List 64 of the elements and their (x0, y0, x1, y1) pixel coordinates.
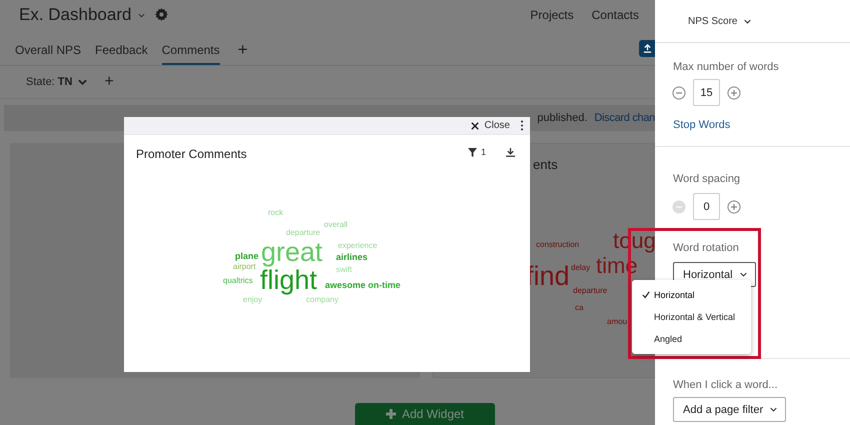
nav-link[interactable]: Contacts (592, 8, 639, 22)
plus-icon (386, 408, 396, 419)
cloud-word: airlines (336, 253, 368, 262)
filter-label[interactable]: State: TN (26, 76, 72, 88)
discard-link[interactable]: Discard chan (594, 112, 655, 124)
add-tab-button[interactable]: + (238, 40, 248, 65)
filter-icon[interactable] (468, 148, 477, 157)
caret-icon (740, 272, 747, 277)
number-field[interactable]: 0 (693, 193, 720, 220)
download-icon[interactable] (506, 148, 515, 157)
upload-icon (642, 44, 652, 53)
setting-label: Max number of words (673, 61, 779, 73)
chevron-down-icon[interactable] (744, 18, 752, 24)
menu-option[interactable]: Horizontal (632, 284, 751, 306)
cloud-word: on-time (368, 281, 400, 290)
setting-label: Word spacing (673, 173, 740, 185)
tab[interactable]: Comments (162, 42, 220, 65)
cloud-word: qualtrics (223, 277, 253, 285)
cloud-word: delay (571, 264, 590, 272)
cloud-word: company (306, 296, 338, 304)
add-widget-button[interactable]: Add Widget (355, 402, 495, 425)
add-filter-button[interactable]: + (104, 72, 114, 91)
click-action-select[interactable]: Add a page filter (673, 397, 786, 422)
menu-option[interactable]: Horizontal & Vertical (632, 306, 751, 328)
setting-label: Word rotation (673, 242, 739, 254)
cloud-word: flight (260, 267, 318, 294)
caret-icon (770, 407, 778, 412)
stop-words-link[interactable]: Stop Words (673, 119, 730, 131)
dashboard-title[interactable]: Ex. Dashboard (19, 4, 132, 25)
tab[interactable]: Feedback (95, 42, 148, 65)
cloud-word: amou (607, 318, 628, 326)
cloud-word: construction (536, 240, 580, 249)
minus-icon[interactable] (672, 86, 686, 100)
caret-icon[interactable] (138, 13, 146, 18)
cloud-word: overall (324, 221, 348, 229)
setting-label: When I click a word... (673, 379, 778, 391)
filter-count: 1 (481, 147, 486, 157)
nav-link[interactable]: Projects (530, 8, 574, 22)
cloud-word: departure (573, 286, 608, 295)
cloud-word: great (261, 239, 323, 266)
menu-option[interactable]: Angled (632, 328, 751, 350)
metric-dropdown[interactable]: NPS Score (688, 16, 738, 26)
cloud-word: enjoy (243, 296, 262, 304)
cloud-word: awesome (325, 281, 366, 290)
plus-icon[interactable] (727, 86, 741, 100)
number-field[interactable]: 15 (693, 79, 720, 106)
close-button[interactable]: Close (471, 120, 510, 131)
notice-text: published. (537, 112, 588, 124)
tab[interactable]: Overall NPS (15, 42, 82, 65)
check-icon (642, 291, 650, 299)
cloud-word: swift (336, 266, 352, 274)
cloud-word: airport (233, 263, 256, 271)
plus-icon[interactable] (727, 200, 741, 214)
cloud-word: departure (286, 229, 320, 237)
cloud-word: plane (235, 252, 259, 261)
publish-button[interactable] (639, 40, 655, 57)
cloud-word: rock (268, 209, 284, 217)
widget-title: ents (533, 156, 558, 172)
more-icon[interactable] (520, 120, 524, 131)
settings-icon[interactable] (155, 8, 168, 22)
close-icon (471, 122, 480, 130)
cloud-word: ca (575, 304, 584, 312)
widget-title: Promoter Comments (136, 147, 247, 161)
cloud-word: experience (338, 242, 378, 250)
